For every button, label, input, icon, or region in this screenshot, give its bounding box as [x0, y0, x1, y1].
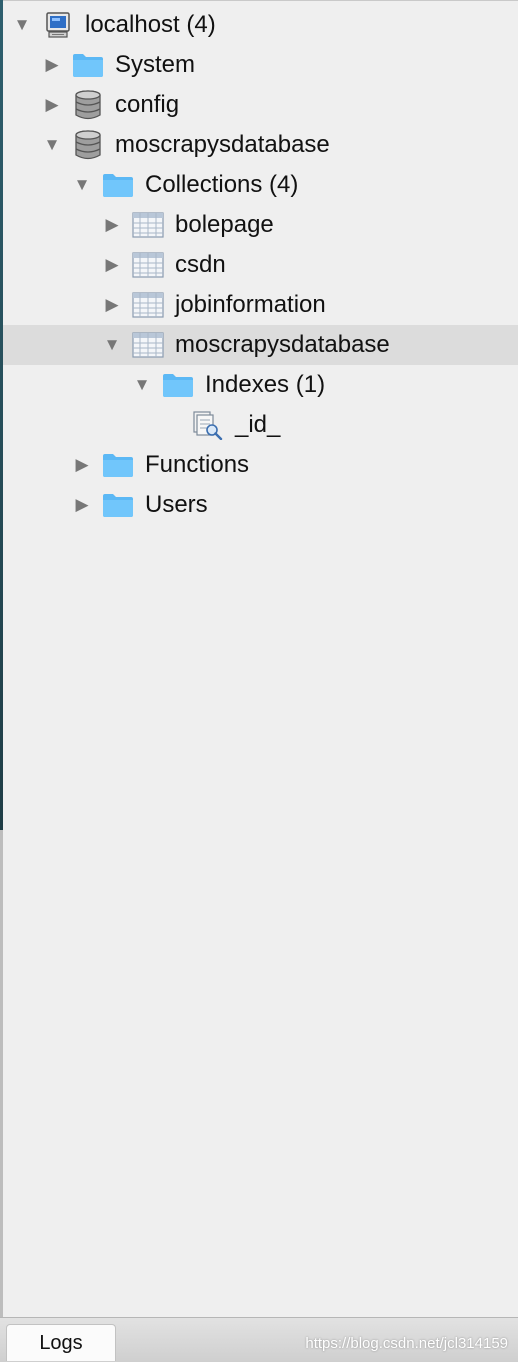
collection-table-icon — [131, 210, 165, 240]
collapse-triangle-icon[interactable]: ▼ — [71, 174, 93, 196]
database-icon — [71, 130, 105, 160]
logs-tab[interactable]: Logs — [6, 1324, 116, 1361]
tree-node-label: config — [115, 91, 180, 118]
expand-triangle-icon[interactable]: ▶ — [101, 254, 123, 276]
tree-node-label: Collections (4) — [145, 171, 299, 198]
tree-node-id-index[interactable]: _id_ — [3, 405, 518, 445]
object-explorer-panel: ▼ localhost (4) ▶ System ▶ config ▼ mosc… — [3, 0, 518, 1319]
tree-node-users[interactable]: ▶ Users — [3, 485, 518, 525]
collection-table-icon — [131, 330, 165, 360]
tree-node-label: bolepage — [175, 211, 274, 238]
tree-node-config[interactable]: ▶ config — [3, 85, 518, 125]
tree-node-localhost[interactable]: ▼ localhost (4) — [3, 5, 518, 45]
tree-node-system[interactable]: ▶ System — [3, 45, 518, 85]
folder-icon — [101, 170, 135, 200]
tree-node-jobinformation[interactable]: ▶ jobinformation — [3, 285, 518, 325]
tree-node-label: jobinformation — [175, 291, 326, 318]
tree-node-label: _id_ — [235, 411, 281, 438]
collapse-triangle-icon[interactable]: ▼ — [41, 134, 63, 156]
collapse-triangle-icon[interactable]: ▼ — [11, 14, 33, 36]
expand-triangle-icon[interactable]: ▶ — [101, 214, 123, 236]
folder-icon — [101, 450, 135, 480]
tree-node-label: Indexes (1) — [205, 371, 326, 398]
watermark-text: https://blog.csdn.net/jcl314159 — [305, 1335, 508, 1352]
tree-node-collections[interactable]: ▼ Collections (4) — [3, 165, 518, 205]
bottom-tab-bar: Logs https://blog.csdn.net/jcl314159 — [0, 1317, 518, 1362]
collapse-triangle-icon[interactable]: ▼ — [131, 374, 153, 396]
expand-triangle-icon[interactable]: ▶ — [41, 54, 63, 76]
tree-node-indexes[interactable]: ▼ Indexes (1) — [3, 365, 518, 405]
tree-node-label: csdn — [175, 251, 226, 278]
index-icon — [191, 410, 225, 440]
tree-node-label: Users — [145, 491, 208, 518]
connection-tree: ▼ localhost (4) ▶ System ▶ config ▼ mosc… — [3, 5, 518, 525]
tree-node-moscrapysdatabase-collection[interactable]: ▼ moscrapysdatabase — [3, 325, 518, 365]
expand-triangle-icon[interactable]: ▶ — [41, 94, 63, 116]
database-icon — [71, 90, 105, 120]
expand-triangle-icon[interactable]: ▶ — [71, 454, 93, 476]
tree-node-label: Functions — [145, 451, 250, 478]
tree-node-label: System — [115, 51, 196, 78]
folder-icon — [161, 370, 195, 400]
collection-table-icon — [131, 290, 165, 320]
server-icon — [41, 10, 75, 40]
expand-triangle-icon[interactable]: ▶ — [101, 294, 123, 316]
tree-node-csdn[interactable]: ▶ csdn — [3, 245, 518, 285]
tree-node-moscrapysdatabase-db[interactable]: ▼ moscrapysdatabase — [3, 125, 518, 165]
tree-node-bolepage[interactable]: ▶ bolepage — [3, 205, 518, 245]
collapse-triangle-icon[interactable]: ▼ — [101, 334, 123, 356]
tree-node-label: moscrapysdatabase — [115, 131, 330, 158]
tree-node-label: localhost (4) — [85, 11, 216, 38]
tree-node-label: moscrapysdatabase — [175, 331, 390, 358]
expand-triangle-icon[interactable]: ▶ — [71, 494, 93, 516]
folder-icon — [101, 490, 135, 520]
tree-node-functions[interactable]: ▶ Functions — [3, 445, 518, 485]
folder-icon — [71, 50, 105, 80]
collection-table-icon — [131, 250, 165, 280]
